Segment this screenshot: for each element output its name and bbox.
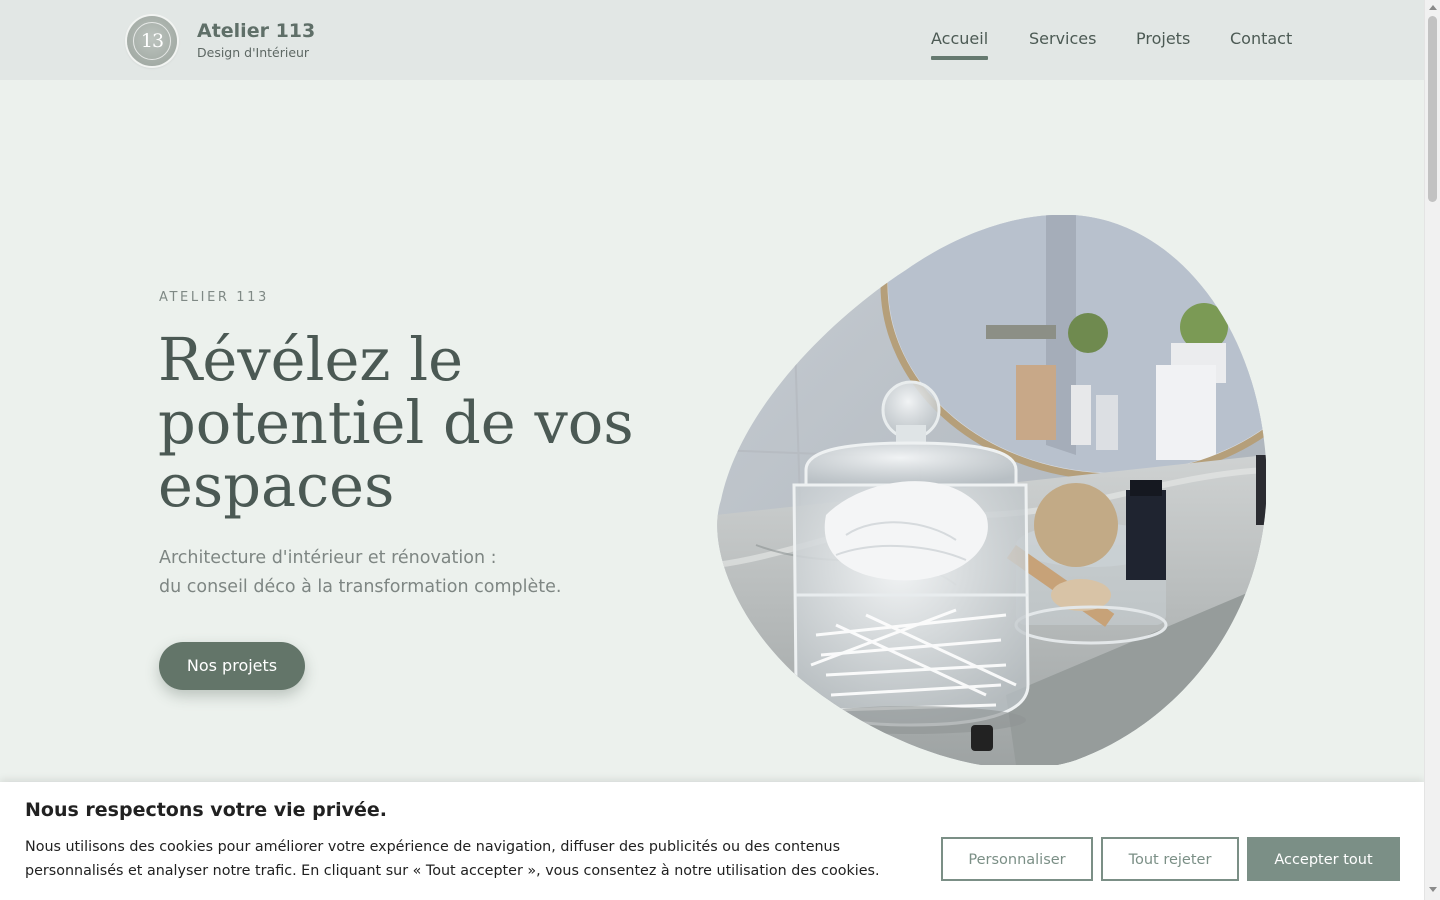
page: 13 Atelier 113 Design d'Intérieur Accuei…: [0, 0, 1440, 900]
cookie-banner: Nous respectons votre vie privée. Nous u…: [0, 782, 1424, 900]
hero-subtitle-line1: Architecture d'intérieur et rénovation :: [159, 548, 497, 568]
brand-name[interactable]: Atelier 113: [197, 20, 315, 42]
nav-contact[interactable]: Contact: [1230, 29, 1292, 53]
hero-image: [717, 215, 1266, 765]
nav-accueil[interactable]: Accueil: [931, 29, 989, 60]
cookie-text: Nous utilisons des cookies pour améliore…: [25, 839, 880, 879]
nav-projets[interactable]: Projets: [1136, 29, 1190, 53]
hero-subtitle-line2: du conseil déco à la transformation comp…: [159, 577, 562, 597]
logo[interactable]: 13: [127, 16, 177, 66]
logo-monogram: 13: [133, 22, 171, 60]
hero-headline: Révélez le potentiel de vos espaces: [158, 325, 634, 520]
scroll-down-arrow-icon[interactable]: [1429, 887, 1437, 892]
scroll-thumb[interactable]: [1428, 16, 1437, 202]
site-header: 13 Atelier 113 Design d'Intérieur Accuei…: [0, 0, 1424, 80]
page-scrollbar[interactable]: [1424, 0, 1440, 900]
bathroom-photo: [717, 215, 1266, 765]
nav-services[interactable]: Services: [1029, 29, 1096, 53]
reject-all-button[interactable]: Tout rejeter: [1101, 837, 1239, 881]
nos-projets-button[interactable]: Nos projets: [159, 642, 305, 690]
customize-button[interactable]: Personnaliser: [941, 837, 1093, 881]
scroll-up-arrow-icon[interactable]: [1429, 5, 1437, 10]
accept-all-button[interactable]: Accepter tout: [1247, 837, 1400, 881]
hero-subtitle: Architecture d'intérieur et rénovation :…: [159, 544, 679, 602]
brand-tagline: Design d'Intérieur: [197, 45, 310, 60]
cookie-title: Nous respectons votre vie privée.: [25, 799, 387, 821]
hero-eyebrow: ATELIER 113: [159, 290, 269, 305]
